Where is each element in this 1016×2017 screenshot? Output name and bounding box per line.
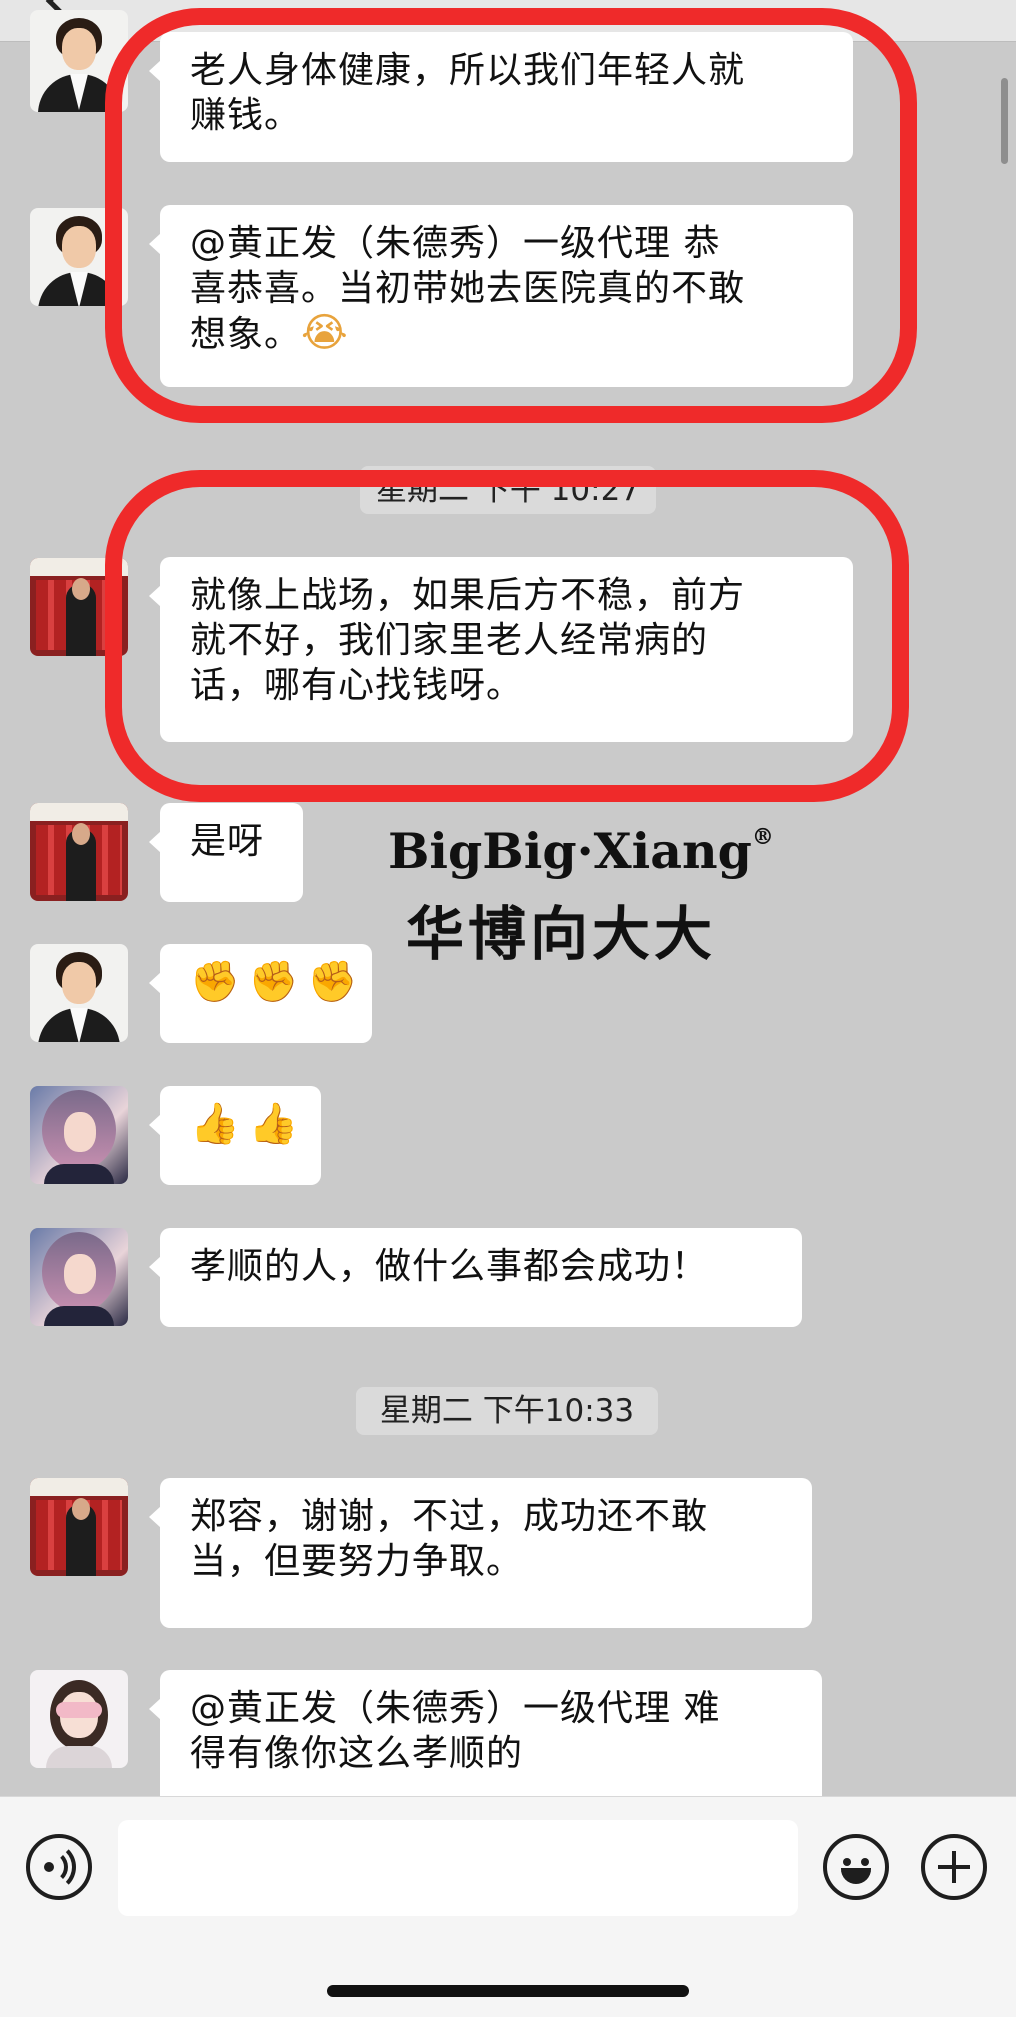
emoji-icon-right-eye — [861, 1858, 869, 1866]
message-input[interactable] — [118, 1820, 798, 1916]
timestamp-badge: 星期二 下午10:33 — [356, 1387, 658, 1435]
raised-fist-emoji-icon: ✊ — [190, 959, 241, 1005]
avatar[interactable] — [30, 558, 128, 656]
registered-mark: ® — [751, 824, 774, 850]
message-bubble[interactable]: @黄正发（朱德秀）一级代理 恭 喜恭喜。当初带她去医院真的不敢 想象。😭 — [149, 205, 853, 387]
message-line: 话，哪有心找钱呀。 — [190, 665, 524, 706]
watermark-chinese: 华博向大大 — [406, 900, 717, 968]
scrollbar-thumb[interactable] — [1001, 78, 1008, 164]
message-bubble[interactable]: 孝顺的人，做什么事都会成功！ — [149, 1228, 802, 1327]
crying-face-emoji-icon: 😭 — [301, 310, 349, 356]
home-indicator[interactable] — [327, 1985, 689, 1997]
avatar-shelf — [30, 803, 128, 821]
avatar-head — [72, 578, 90, 600]
message-line: 老人身体健康，所以我们年轻人就 — [190, 50, 746, 91]
avatar[interactable] — [30, 208, 128, 306]
avatar-face — [64, 1254, 96, 1294]
message-line: 就不好，我们家里老人经常病的 — [190, 620, 709, 661]
avatar[interactable] — [30, 1086, 128, 1184]
avatar[interactable] — [30, 944, 128, 1042]
avatar-face — [64, 1112, 96, 1152]
avatar-shelf — [30, 558, 128, 576]
message-bubble[interactable]: 👍 👍 — [149, 1086, 321, 1185]
message-line: 赚钱。 — [190, 95, 302, 136]
voice-icon-arc-outer — [26, 1842, 76, 1892]
voice-icon[interactable] — [26, 1834, 92, 1900]
raised-fist-emoji-icon: ✊ — [248, 959, 300, 1005]
watermark-english-text: BigBig·Xiang — [388, 822, 752, 880]
emoji-icon[interactable] — [823, 1834, 889, 1900]
timestamp-text: 星期二 下午 10:27 — [375, 472, 641, 508]
avatar-head — [72, 823, 90, 845]
avatar-top — [44, 1306, 114, 1326]
avatar-shelf — [30, 1478, 128, 1496]
avatar-body — [46, 1746, 112, 1768]
avatar-face — [62, 962, 96, 1004]
timestamp-badge: 星期二 下午 10:27 — [360, 466, 656, 514]
message-line: 就像上战场，如果后方不稳，前方 — [190, 575, 746, 616]
message-line-text: 想象。 — [190, 314, 302, 355]
message-bubble[interactable]: 老人身体健康，所以我们年轻人就 赚钱。 — [149, 32, 853, 162]
emoji-icon-smile — [841, 1868, 871, 1884]
chat-message-area[interactable]: 老人身体健康，所以我们年轻人就 赚钱。 @黄正发（朱德秀）一级代理 恭 喜恭喜。… — [0, 0, 1016, 1796]
message-bubble[interactable]: ✊ ✊ ✊ — [149, 944, 372, 1043]
message-line: 得有像你这么孝顺的 — [190, 1733, 524, 1774]
plus-icon[interactable] — [921, 1834, 987, 1900]
thumbs-up-emoji-icon: 👍 — [190, 1101, 241, 1147]
emoji-row: 👍 👍 — [190, 1101, 299, 1147]
message-bubble[interactable]: 郑容，谢谢，不过，成功还不敢 当，但要努力争取。 — [149, 1478, 812, 1628]
message-line: @黄正发（朱德秀）一级代理 恭 — [190, 223, 721, 264]
avatar-head — [72, 1498, 90, 1520]
message-line: 喜恭喜。当初带她去医院真的不敢 — [190, 268, 746, 309]
emoji-icon-left-eye — [843, 1858, 851, 1866]
avatar-top — [44, 1164, 114, 1184]
message-line: 是呀 — [190, 821, 265, 862]
message-line: @黄正发（朱德秀）一级代理 难 — [190, 1688, 721, 1729]
message-line: 想象。😭 — [190, 311, 825, 357]
avatar-face — [62, 28, 96, 70]
message-bubble[interactable]: @黄正发（朱德秀）一级代理 难 得有像你这么孝顺的 — [149, 1670, 822, 1796]
emoji-row: ✊ ✊ ✊ — [190, 959, 357, 1005]
avatar[interactable] — [30, 10, 128, 112]
avatar[interactable] — [30, 1670, 128, 1768]
message-bubble[interactable]: 是呀 — [149, 803, 303, 902]
message-line: 当，但要努力争取。 — [190, 1541, 524, 1582]
message-bubble[interactable]: 就像上战场，如果后方不稳，前方 就不好，我们家里老人经常病的 话，哪有心找钱呀。 — [149, 557, 853, 742]
message-line: 郑容，谢谢，不过，成功还不敢 — [190, 1496, 709, 1537]
thumbs-up-emoji-icon: 👍 — [248, 1101, 300, 1147]
avatar[interactable] — [30, 1478, 128, 1576]
message-line: 孝顺的人，做什么事都会成功！ — [190, 1246, 709, 1287]
avatar-mask — [56, 1702, 102, 1718]
avatar[interactable] — [30, 803, 128, 901]
raised-fist-emoji-icon: ✊ — [307, 959, 359, 1005]
watermark-english: BigBig·Xiang® — [388, 822, 774, 880]
timestamp-text: 星期二 下午10:33 — [379, 1393, 635, 1429]
avatar[interactable] — [30, 1228, 128, 1326]
avatar-face — [62, 226, 96, 268]
